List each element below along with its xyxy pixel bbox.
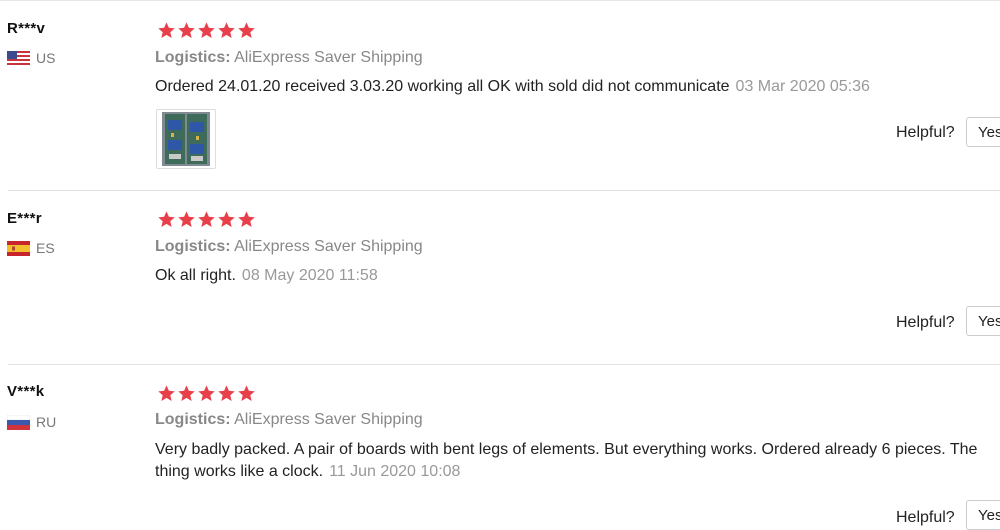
reviewer-country: RU (7, 414, 56, 430)
star-icon (218, 385, 235, 402)
star-icon (158, 385, 175, 402)
logistics-label: Logistics: (155, 411, 231, 428)
country-code: RU (36, 414, 57, 430)
review-body-line: Very badly packed. A pair of boards with… (155, 441, 978, 458)
review-date: 11 Jun 2020 10:08 (329, 463, 461, 480)
star-icon (238, 385, 255, 402)
review-body-line: thing works like a clock. (155, 463, 324, 480)
review-item: V***k RU Logistics: AliExpress Saver Shi… (0, 0, 1000, 530)
logistics-info: Logistics: AliExpress Saver Shipping (155, 411, 423, 429)
star-rating (157, 384, 256, 403)
review-text: Very badly packed. A pair of boards with… (155, 439, 995, 483)
reviewer-name: V***k (7, 383, 45, 400)
ru-flag-icon (7, 414, 30, 430)
helpful-yes-button[interactable]: Yes (966, 500, 1000, 530)
helpful-label: Helpful? (896, 509, 955, 526)
star-icon (198, 385, 215, 402)
logistics-value: AliExpress Saver Shipping (234, 411, 423, 428)
star-icon (178, 385, 195, 402)
